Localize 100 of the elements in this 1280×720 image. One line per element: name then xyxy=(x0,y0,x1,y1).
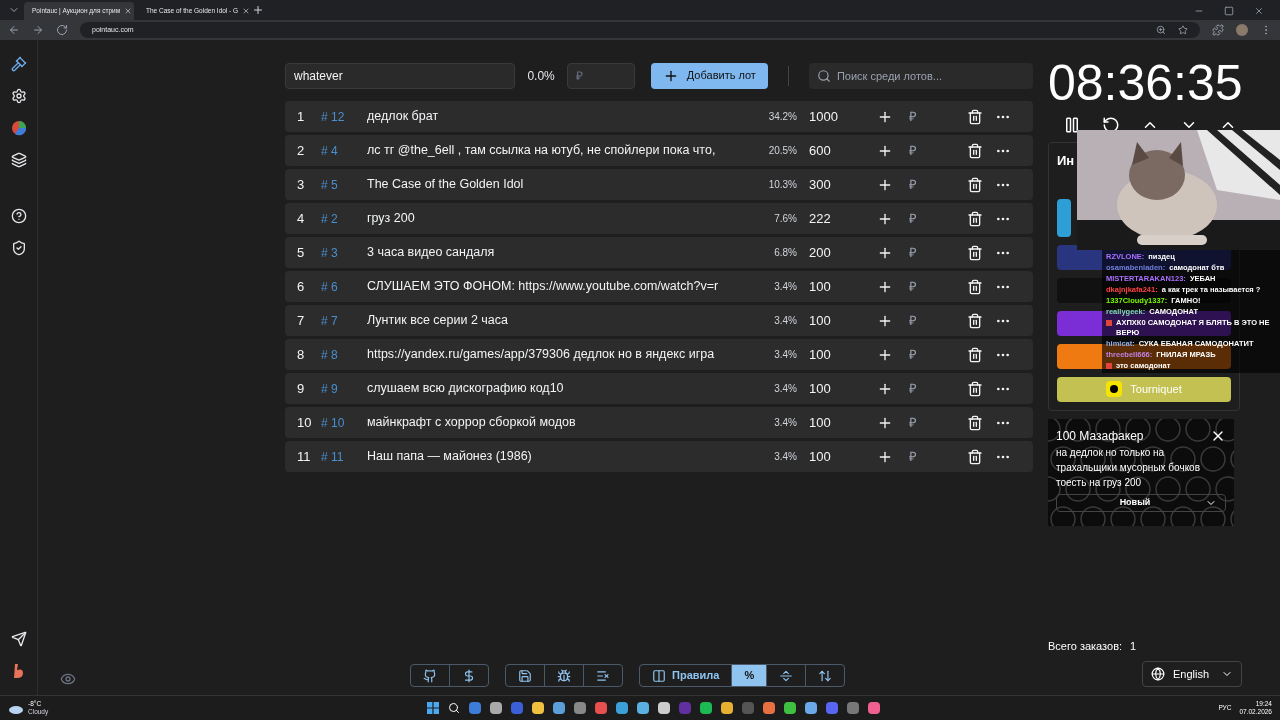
split-icon xyxy=(779,668,794,683)
extensions-icon[interactable] xyxy=(1212,24,1224,36)
search-icon xyxy=(816,68,831,83)
status-select[interactable]: Новый xyxy=(1056,493,1226,512)
taskbar-app-icon[interactable] xyxy=(762,702,775,714)
delete-icon[interactable] xyxy=(967,448,983,465)
lot-row[interactable]: 6 # 6 СЛУШАЕМ ЭТО ФОНОМ: https://www.youtube.com/watch?v=r 3.4% 100 ₽ xyxy=(285,271,1033,302)
search-field[interactable]: Поиск среди лотов... xyxy=(808,62,1033,89)
start-icon[interactable] xyxy=(426,702,439,714)
timer: 08:36:35 xyxy=(1048,54,1242,112)
delete-icon[interactable] xyxy=(967,176,983,193)
currency-field[interactable]: ₽ xyxy=(909,242,959,263)
delete-icon[interactable] xyxy=(967,108,983,125)
pause-icon[interactable] xyxy=(1063,116,1081,134)
taskbar-app-icon[interactable] xyxy=(783,702,796,714)
lot-name-field[interactable]: whatever xyxy=(285,62,516,89)
taskbar-app-icon[interactable] xyxy=(531,702,544,714)
lot-id: # 4 xyxy=(321,142,339,160)
save-icon xyxy=(518,668,532,683)
language-select[interactable]: English xyxy=(1142,661,1242,687)
lot-amount: 100 xyxy=(808,311,832,330)
taskbar-app-icon[interactable] xyxy=(804,702,817,714)
integration-button[interactable] xyxy=(1057,198,1071,237)
new-tab-icon[interactable] xyxy=(252,4,264,16)
delete-icon[interactable] xyxy=(967,278,983,295)
delete-icon[interactable] xyxy=(967,142,983,159)
lot-id: # 2 xyxy=(321,210,339,228)
amount-field[interactable]: ₽ xyxy=(566,62,635,89)
lot-row[interactable]: 9 # 9 слушаем всю дискографию код10 3.4% 100 ₽ xyxy=(285,373,1033,404)
delete-icon[interactable] xyxy=(967,346,983,363)
taskbar-app-icon[interactable] xyxy=(552,702,565,714)
lot-amount: 100 xyxy=(808,345,832,364)
percent-button[interactable]: % xyxy=(732,665,768,686)
orders-label: Всего заказов: xyxy=(1048,638,1123,654)
currency-field[interactable]: ₽ xyxy=(909,174,959,195)
lot-row[interactable]: 8 # 8 https://yandex.ru/games/app/379306 дедлок но в яндекс игра 3.4% 100 ₽ xyxy=(285,339,1033,370)
panel-heading: Ин xyxy=(1057,152,1076,170)
search-icon[interactable] xyxy=(447,702,460,714)
lot-percent: 3.4% xyxy=(773,314,797,328)
delete-icon[interactable] xyxy=(967,210,983,227)
currency-field[interactable]: ₽ xyxy=(909,344,959,365)
globe-icon xyxy=(1151,667,1165,681)
lot-row[interactable]: 2 # 4 лс тг @the_6ell , там ссылка на ютуб, не спойлери пока что, 20.5% 600 ₽ xyxy=(285,135,1033,166)
lot-id: # 10 xyxy=(321,414,346,432)
forward-icon[interactable] xyxy=(32,24,44,36)
zoom-icon[interactable] xyxy=(1156,25,1166,35)
currency-field[interactable]: ₽ xyxy=(909,106,959,127)
reload-icon[interactable] xyxy=(56,24,68,36)
back-icon[interactable] xyxy=(8,24,20,36)
taskbar-app-icon[interactable] xyxy=(594,702,607,714)
taskbar-app-icon[interactable] xyxy=(573,702,586,714)
telegram-icon[interactable] xyxy=(10,631,27,647)
lot-row[interactable]: 7 # 7 Лунтик все серии 2 часа 3.4% 100 ₽ xyxy=(285,305,1033,336)
lot-row[interactable]: 3 # 5 The Case of the Golden Idol 10.3% 300 ₽ xyxy=(285,169,1033,200)
lot-row[interactable]: 1 # 12 дедлок брат 34.2% 1000 ₽ xyxy=(285,101,1033,132)
sort-icon xyxy=(818,668,833,683)
delete-icon[interactable] xyxy=(967,244,983,261)
shield-icon[interactable] xyxy=(10,240,27,256)
taskbar-app-icon[interactable] xyxy=(699,702,712,714)
lot-row[interactable]: 4 # 2 груз 200 7.6% 222 ₽ xyxy=(285,203,1033,234)
taskbar-app-icon[interactable] xyxy=(657,702,670,714)
lot-id: # 11 xyxy=(321,448,345,466)
currency-field[interactable]: ₽ xyxy=(909,412,959,433)
currency-field[interactable]: ₽ xyxy=(909,310,959,331)
currency-field[interactable]: ₽ xyxy=(909,276,959,297)
taskbar-app-icon[interactable] xyxy=(615,702,628,714)
taskbar-app-icon[interactable] xyxy=(489,702,502,714)
lot-name: Наш папа — майонез (1986) xyxy=(367,448,533,466)
wheel-icon[interactable] xyxy=(10,120,27,136)
delete-icon[interactable] xyxy=(967,414,983,431)
currency-field[interactable]: ₽ xyxy=(909,208,959,229)
bookmark-icon[interactable] xyxy=(1178,25,1188,35)
currency-field[interactable]: ₽ xyxy=(909,446,959,467)
lot-amount: 600 xyxy=(808,141,832,160)
lot-row[interactable]: 11 # 11 Наш папа — майонез (1986) 3.4% 100 ₽ xyxy=(285,441,1033,472)
lot-percent: 10.3% xyxy=(767,178,797,192)
currency-field[interactable]: ₽ xyxy=(909,140,959,161)
lot-index: 5 xyxy=(297,243,306,262)
integration-button[interactable] xyxy=(1057,310,1231,336)
layers-icon[interactable] xyxy=(10,152,27,168)
taskbar-app-icon[interactable] xyxy=(636,702,649,714)
lot-amount: 100 xyxy=(808,447,832,466)
close-icon[interactable] xyxy=(242,7,251,15)
currency-field[interactable]: ₽ xyxy=(909,378,959,399)
settings-icon[interactable] xyxy=(10,88,27,104)
add-lot-button[interactable]: Добавить лот xyxy=(650,62,768,89)
lot-name: The Case of the Golden Idol xyxy=(367,176,525,194)
delete-icon[interactable] xyxy=(967,312,983,329)
auction-icon[interactable] xyxy=(10,56,27,72)
taskbar-app-icon[interactable] xyxy=(720,702,733,714)
visibility-icon[interactable] xyxy=(60,671,76,687)
lot-row[interactable]: 10 # 10 майнкрафт с хоррор сборкой модов 3.4% 100 ₽ xyxy=(285,407,1033,438)
help-icon[interactable] xyxy=(10,208,27,224)
taskbar-app-icon[interactable] xyxy=(867,702,880,714)
maximize-icon[interactable] xyxy=(1224,6,1234,16)
donation-title: 100 Мазафакер xyxy=(1056,427,1144,445)
lot-row[interactable]: 5 # 3 3 часа видео сандаля 6.8% 200 ₽ xyxy=(285,237,1033,268)
lot-id: # 9 xyxy=(321,380,339,398)
profile-avatar[interactable] xyxy=(1236,24,1248,36)
delete-icon[interactable] xyxy=(967,380,983,397)
